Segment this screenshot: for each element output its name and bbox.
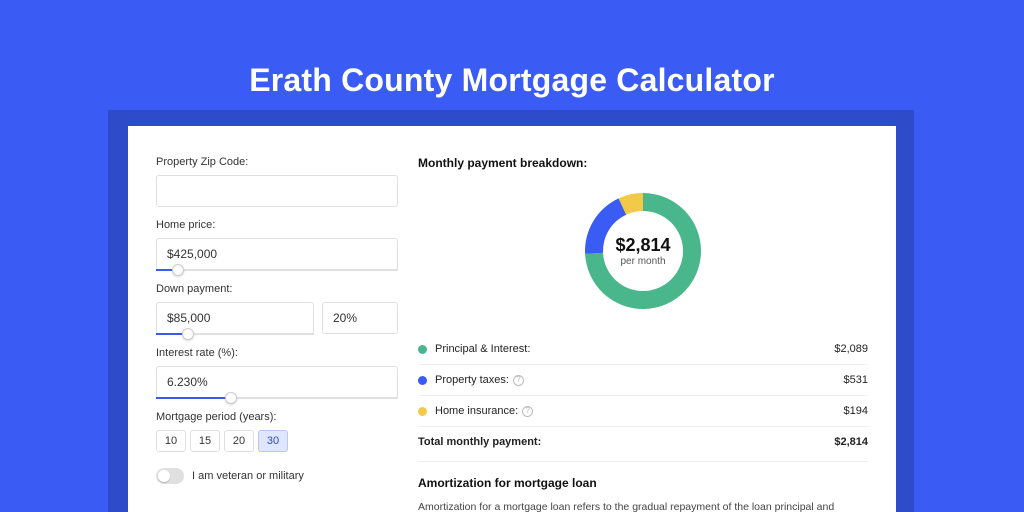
breakdown-title: Monthly payment breakdown: (418, 156, 868, 170)
veteran-toggle[interactable] (156, 468, 184, 484)
interest-field-group: Interest rate (%): (156, 347, 398, 399)
legend-value: $2,089 (834, 343, 868, 355)
legend-dot (418, 376, 427, 385)
interest-slider-fill (156, 397, 231, 399)
interest-slider[interactable] (156, 397, 398, 399)
veteran-label: I am veteran or military (192, 470, 304, 482)
home-price-input[interactable] (156, 238, 398, 270)
legend: Principal & Interest:$2,089Property taxe… (418, 334, 868, 457)
interest-slider-thumb[interactable] (225, 392, 237, 404)
inputs-column: Property Zip Code: Home price: Down paym… (156, 156, 398, 512)
period-option-30[interactable]: 30 (258, 430, 288, 452)
legend-dot (418, 345, 427, 354)
breakdown-column: Monthly payment breakdown: $2,814 per mo… (418, 156, 868, 512)
info-icon[interactable]: ? (522, 406, 533, 417)
period-option-15[interactable]: 15 (190, 430, 220, 452)
legend-label: Principal & Interest: (435, 343, 834, 355)
amortization-text: Amortization for a mortgage loan refers … (418, 500, 868, 512)
legend-value: $194 (844, 405, 868, 417)
legend-row-2: Home insurance:?$194 (418, 395, 868, 426)
legend-value: $531 (844, 374, 868, 386)
page-title: Erath County Mortgage Calculator (0, 0, 1024, 99)
period-label: Mortgage period (years): (156, 411, 398, 423)
info-icon[interactable]: ? (513, 375, 524, 386)
down-payment-slider-thumb[interactable] (182, 328, 194, 340)
period-option-10[interactable]: 10 (156, 430, 186, 452)
period-option-20[interactable]: 20 (224, 430, 254, 452)
zip-label: Property Zip Code: (156, 156, 398, 168)
legend-total-value: $2,814 (834, 436, 868, 448)
donut-center-sub: per month (615, 256, 670, 267)
down-payment-slider[interactable] (156, 333, 314, 335)
veteran-row: I am veteran or military (156, 468, 398, 484)
down-payment-input[interactable] (156, 302, 314, 334)
period-field-group: Mortgage period (years): 10152030 (156, 411, 398, 452)
legend-label: Property taxes:? (435, 374, 844, 386)
home-price-slider-thumb[interactable] (172, 264, 184, 276)
donut-center: $2,814 per month (615, 235, 670, 267)
legend-label: Home insurance:? (435, 405, 844, 417)
donut-center-value: $2,814 (615, 235, 670, 256)
legend-row-1: Property taxes:?$531 (418, 364, 868, 395)
interest-input[interactable] (156, 366, 398, 398)
calculator-card: Property Zip Code: Home price: Down paym… (128, 126, 896, 512)
amortization-title: Amortization for mortgage loan (418, 461, 868, 490)
legend-dot (418, 407, 427, 416)
zip-field-group: Property Zip Code: (156, 156, 398, 207)
interest-label: Interest rate (%): (156, 347, 398, 359)
period-options: 10152030 (156, 430, 398, 452)
down-payment-pct-input[interactable] (322, 302, 398, 334)
legend-row-total: Total monthly payment:$2,814 (418, 426, 868, 457)
legend-row-0: Principal & Interest:$2,089 (418, 334, 868, 364)
legend-total-label: Total monthly payment: (418, 436, 834, 448)
home-price-slider[interactable] (156, 269, 398, 271)
down-payment-field-group: Down payment: (156, 283, 398, 335)
home-price-field-group: Home price: (156, 219, 398, 271)
donut-chart: $2,814 per month (418, 176, 868, 326)
zip-input[interactable] (156, 175, 398, 207)
veteran-toggle-knob (158, 470, 170, 482)
home-price-label: Home price: (156, 219, 398, 231)
down-payment-label: Down payment: (156, 283, 398, 295)
